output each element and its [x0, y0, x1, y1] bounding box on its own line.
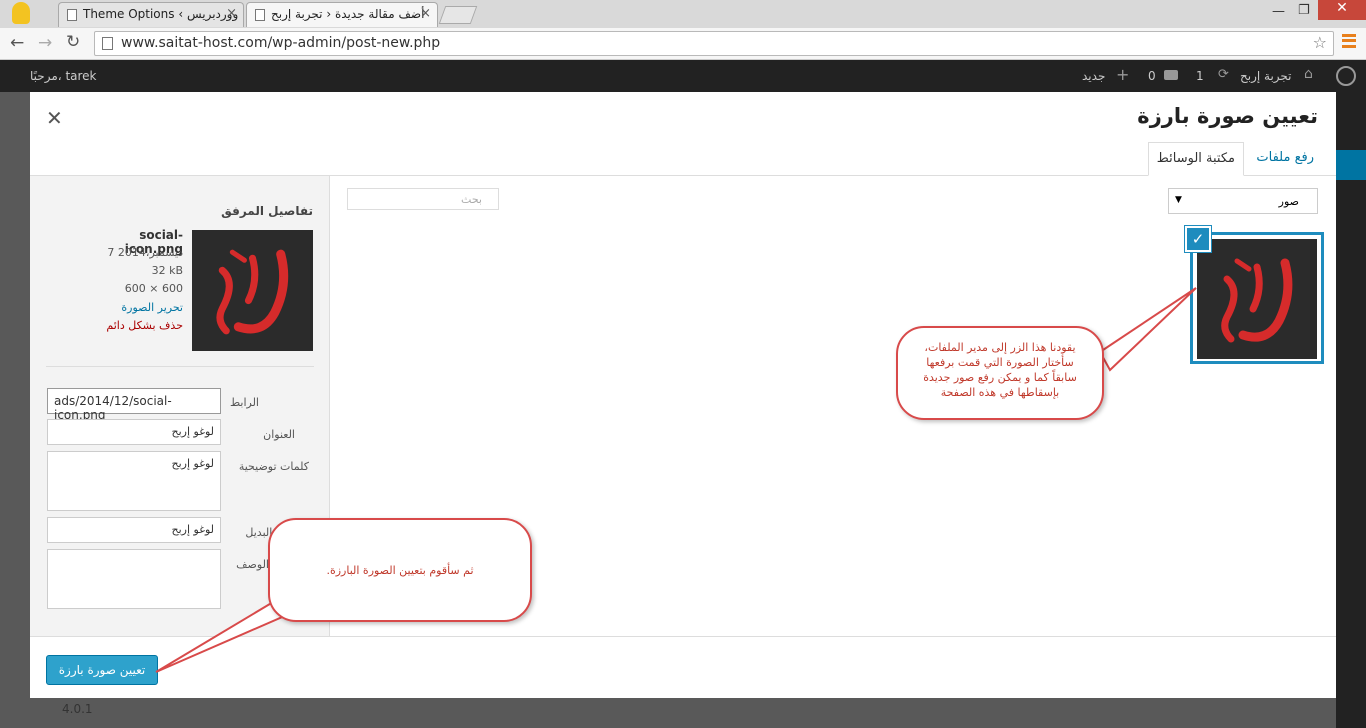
callout-media-library: يقودنا هذا الزر إلى مدير الملفات، سأختار…	[896, 326, 1104, 420]
callout-pointer-media	[1098, 287, 1197, 372]
callout-set-image: ثم سأقوم بتعيين الصورة البارزة.	[268, 518, 532, 622]
callout-pointers	[155, 287, 1197, 673]
